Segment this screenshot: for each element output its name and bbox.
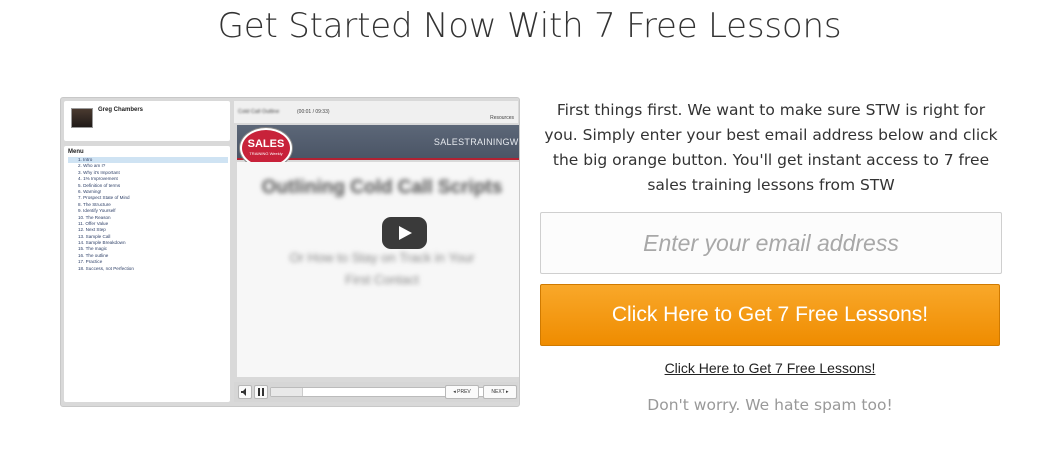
player-header: Cold Call Outline (00:01 / 09:33) Resour… xyxy=(234,101,518,123)
email-input[interactable] xyxy=(540,212,1002,274)
logo-subtext: TRAINING Weekly xyxy=(249,151,283,156)
next-button[interactable]: NEXT ▸ xyxy=(483,385,517,399)
avatar xyxy=(71,108,93,128)
intro-text: First things first. We want to make sure… xyxy=(544,101,998,194)
menu-title: Menu xyxy=(68,149,84,155)
banner-brand: SALESTRAININGWEEKLY.COM xyxy=(433,137,519,147)
volume-button[interactable] xyxy=(238,385,252,399)
speaker-icon xyxy=(241,388,246,396)
prev-button[interactable]: ◂ PREV xyxy=(445,385,479,399)
seek-bar-fill xyxy=(271,388,303,396)
lesson-list: 1. Intro 2. Who am I? 3. Why it's Importan… xyxy=(68,157,228,272)
slide-body: Outlining Cold Call Scripts Or How to St… xyxy=(237,162,519,377)
logo-text: SALES xyxy=(247,138,285,150)
course-sidebar: Greg Chambers Menu 1. Intro 2. Who am I? 3… xyxy=(64,101,230,404)
pause-icon xyxy=(258,388,264,396)
get-lessons-link[interactable]: Click Here to Get 7 Free Lessons! xyxy=(540,360,1000,376)
slide-heading: Outlining Cold Call Scripts xyxy=(261,177,503,198)
resources-link[interactable]: Resources xyxy=(490,115,514,121)
lesson-item[interactable]: 18. Success, not Perfection xyxy=(68,266,228,272)
course-video-preview[interactable]: Greg Chambers Menu 1. Intro 2. Who am I? 3… xyxy=(60,97,520,407)
slide-subtitle: Or How to Stay on Track in Your First Co… xyxy=(289,250,475,287)
instructor-name: Greg Chambers xyxy=(98,107,144,113)
get-lessons-button[interactable]: Click Here to Get 7 Free Lessons! xyxy=(540,284,1000,346)
spam-note: Don't worry. We hate spam too! xyxy=(647,396,893,414)
lesson-time: (00:01 / 09:33) xyxy=(297,109,330,115)
slide-banner: SALES TRAINING Weekly SALESTRAININGWEEKL… xyxy=(237,125,519,168)
play-icon xyxy=(399,226,412,240)
lesson-title: Cold Call Outline xyxy=(238,109,280,115)
page-headline: Get Started Now With 7 Free Lessons xyxy=(217,6,842,46)
pause-button[interactable] xyxy=(254,385,268,399)
play-button[interactable] xyxy=(382,217,427,249)
lesson-menu: Menu 1. Intro 2. Who am I? 3. Why it's Imp… xyxy=(64,146,230,402)
instructor-card: Greg Chambers xyxy=(64,101,230,141)
video-player: Cold Call Outline (00:01 / 09:33) Resour… xyxy=(234,101,519,404)
